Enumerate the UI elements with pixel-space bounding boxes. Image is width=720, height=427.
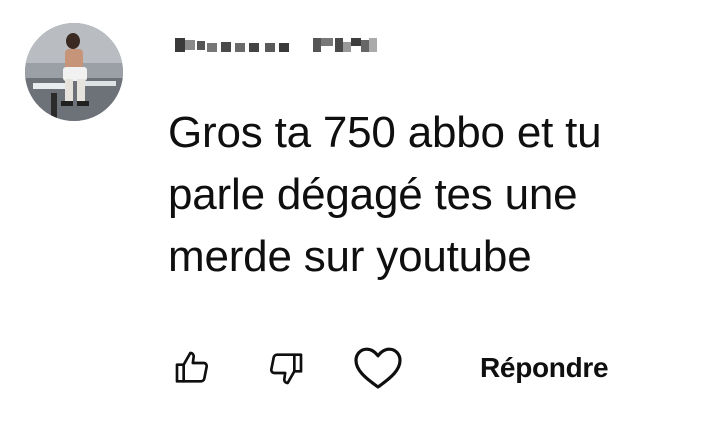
heart-button[interactable] (350, 340, 406, 396)
comment-actions: Répondre (170, 340, 690, 396)
author-name-pixelated[interactable] (175, 30, 395, 60)
avatar-photo-icon (25, 23, 123, 121)
reply-button[interactable]: Répondre (480, 340, 609, 396)
comment-card: Gros ta 750 abbo et tu parle dégagé tes … (0, 0, 720, 427)
pixelated-username-icon (175, 38, 377, 52)
thumb-down-icon (269, 353, 303, 385)
comment-text: Gros ta 750 abbo et tu parle dégagé tes … (168, 108, 602, 281)
avatar[interactable] (25, 23, 123, 121)
like-button[interactable] (170, 340, 214, 396)
heart-icon (354, 347, 402, 389)
thumb-up-icon (175, 351, 209, 383)
dislike-button[interactable] (264, 340, 308, 396)
